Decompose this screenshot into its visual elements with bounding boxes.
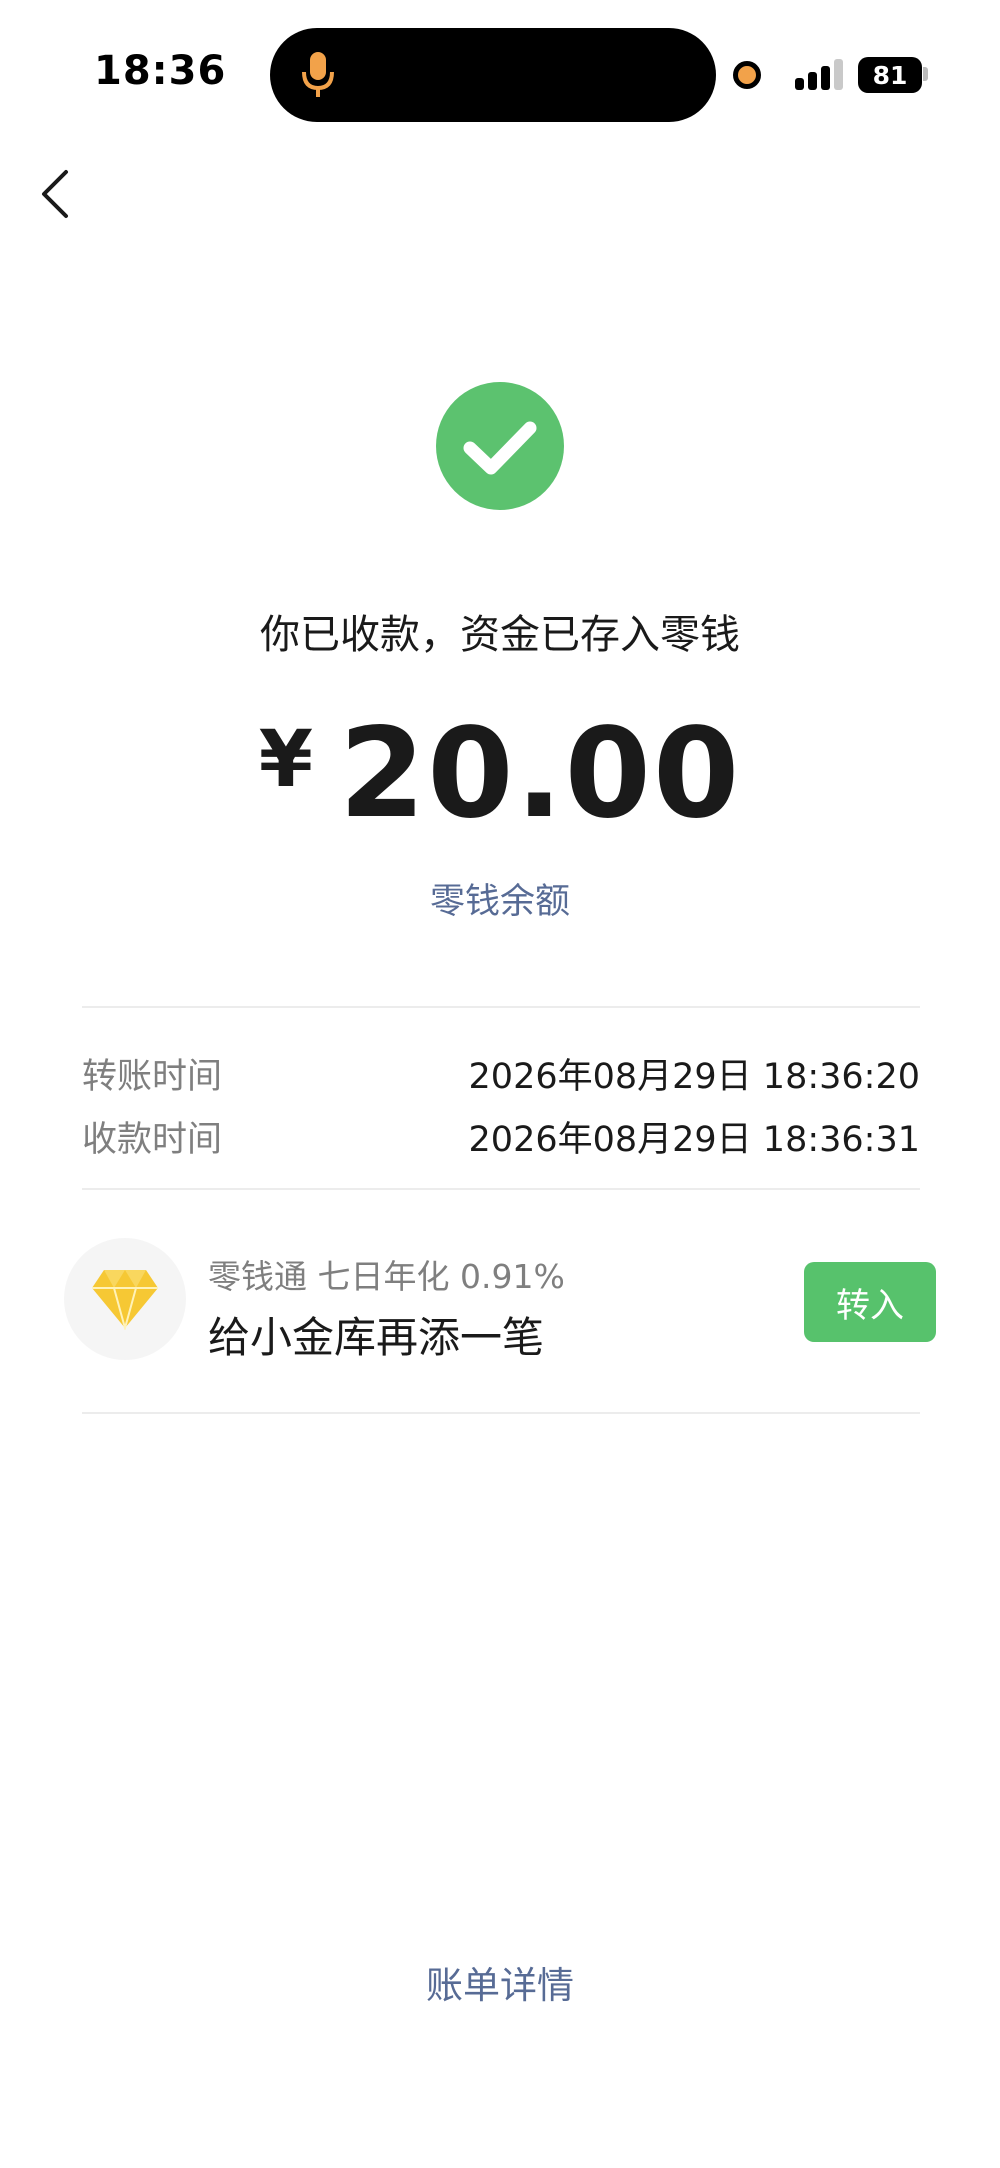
transfer-time-row: 转账时间 2026年08月29日 18:36:20 xyxy=(82,1048,920,1098)
promo-logo xyxy=(64,1238,186,1360)
check-circle-icon xyxy=(436,382,564,510)
receive-time-row: 收款时间 2026年08月29日 18:36:31 xyxy=(82,1111,920,1161)
diamond-icon xyxy=(92,1270,158,1330)
balance-link[interactable]: 零钱余额 xyxy=(0,873,1000,924)
recording-dot xyxy=(733,61,761,89)
divider xyxy=(82,1188,920,1190)
amount-value: 20.00 xyxy=(339,702,742,846)
divider xyxy=(82,1412,920,1414)
dynamic-island xyxy=(270,28,716,122)
chevron-left-icon[interactable] xyxy=(38,168,72,220)
battery-icon: 81 xyxy=(858,57,922,93)
receive-time-label: 收款时间 xyxy=(82,1120,223,1160)
signal-icon xyxy=(795,59,843,90)
transfer-time-label: 转账时间 xyxy=(82,1057,223,1097)
amount-display: ¥20.00 xyxy=(0,702,1000,846)
promo-subtitle: 零钱通 七日年化 0.91% xyxy=(208,1257,565,1296)
currency-symbol: ¥ xyxy=(258,715,314,805)
transfer-time-value: 2026年08月29日 18:36:20 xyxy=(468,1057,920,1097)
bill-details-link[interactable]: 账单详情 xyxy=(0,1955,1000,2009)
microphone-icon xyxy=(302,52,334,97)
promo-title: 给小金库再添一笔 xyxy=(208,1313,545,1362)
divider xyxy=(82,1006,920,1008)
battery-cap xyxy=(923,67,928,81)
received-message: 你已收款，资金已存入零钱 xyxy=(260,612,740,658)
battery-level: 81 xyxy=(872,60,908,90)
receive-time-value: 2026年08月29日 18:36:31 xyxy=(468,1120,920,1160)
status-time: 18:36 xyxy=(94,48,227,94)
transfer-in-button[interactable]: 转入 xyxy=(804,1262,936,1342)
payment-received-page: 18:36 81 你已收款，资金已存入零钱 ¥20.00 零钱余额 转账时间 2… xyxy=(0,0,1000,2168)
